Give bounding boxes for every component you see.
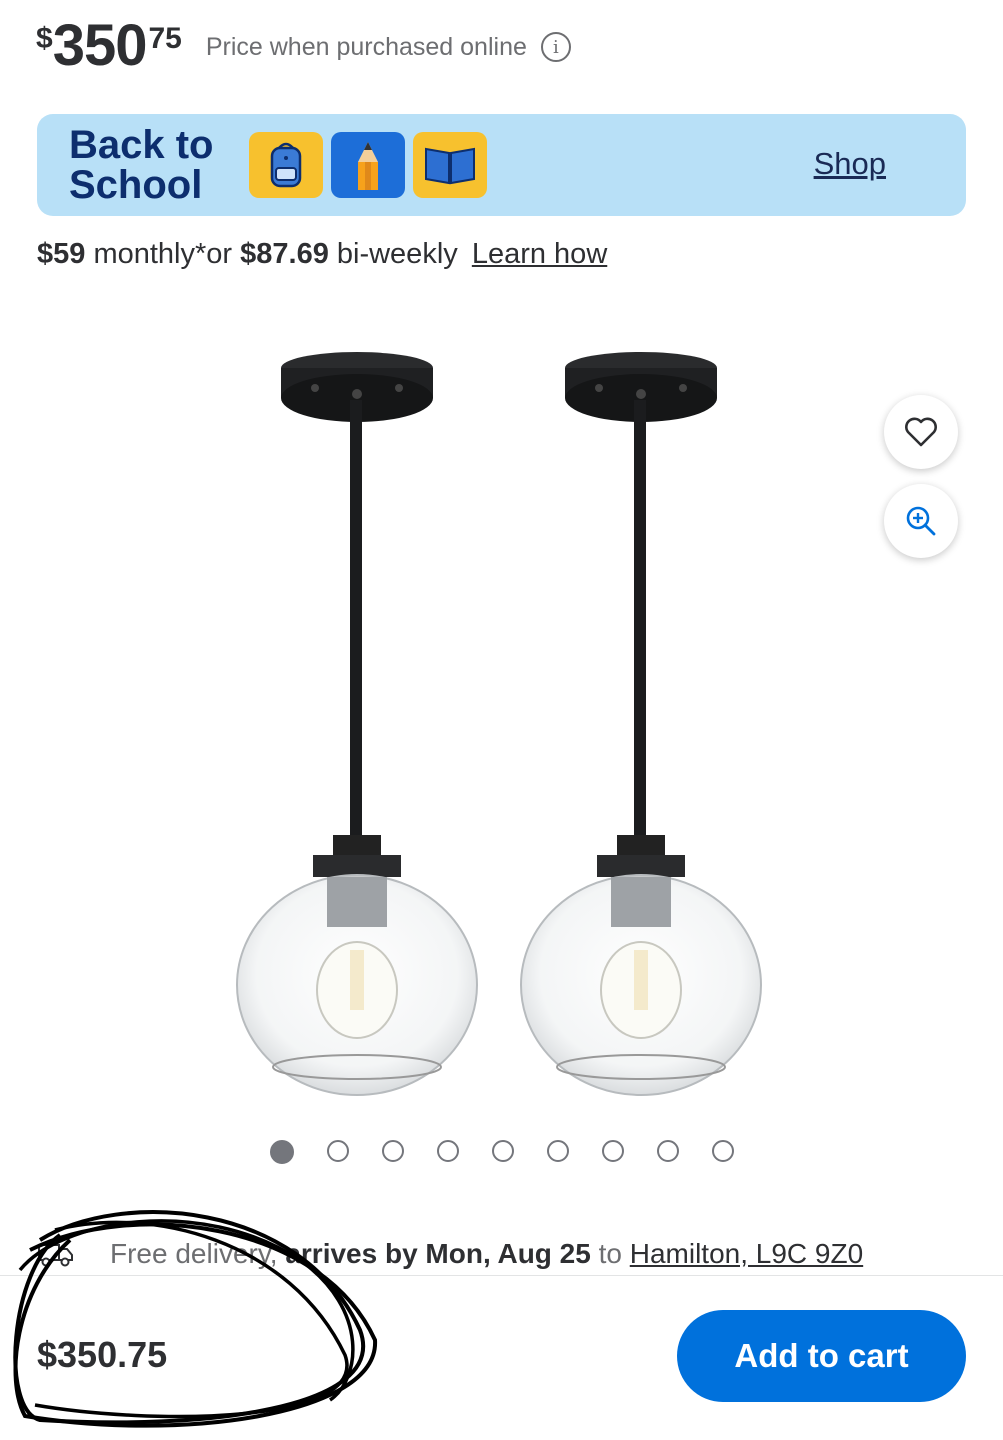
biweekly-amount: $87.69 bbox=[240, 238, 329, 270]
scribble-annotation bbox=[13, 1210, 378, 1428]
banner-title-line2: School bbox=[69, 163, 203, 207]
financing-info: $59 monthly*or $87.69 bi-weekly Learn ho… bbox=[37, 238, 607, 271]
footer-price: $350.75 bbox=[37, 1334, 168, 1375]
back-to-school-banner[interactable]: Back to School Shop bbox=[37, 114, 966, 216]
delivery-location-link[interactable]: Hamilton, L9C 9Z0 bbox=[630, 1238, 863, 1269]
zoom-in-icon bbox=[906, 506, 936, 536]
info-icon[interactable]: i bbox=[540, 32, 571, 62]
delivery-text: Free delivery, arrives by Mon, Aug 25 to… bbox=[110, 1238, 863, 1270]
zoom-button[interactable] bbox=[884, 484, 958, 558]
learn-how-link[interactable]: Learn how bbox=[472, 238, 607, 270]
banner-title-line1: Back to bbox=[69, 123, 214, 167]
delivery-to: to bbox=[590, 1237, 630, 1269]
book-icon bbox=[413, 132, 487, 198]
price-cents: 75 bbox=[148, 22, 182, 55]
carousel-dot[interactable] bbox=[382, 1140, 404, 1162]
carousel-dot[interactable] bbox=[547, 1140, 569, 1162]
monthly-text: monthly*or bbox=[85, 238, 241, 270]
carousel-dot[interactable] bbox=[270, 1140, 294, 1164]
carousel-dot[interactable] bbox=[437, 1140, 459, 1162]
favorite-button[interactable] bbox=[884, 395, 958, 469]
delivery-date: arrives by Mon, Aug 25 bbox=[285, 1237, 591, 1269]
price-note: Price when purchased online i bbox=[206, 32, 571, 62]
monthly-amount: $59 bbox=[37, 238, 86, 270]
delivery-bar: Free delivery, arrives by Mon, Aug 25 to… bbox=[0, 1232, 1003, 1276]
pendant-lamp-left bbox=[236, 352, 478, 1096]
carousel-dot[interactable] bbox=[657, 1140, 679, 1162]
carousel-dot[interactable] bbox=[492, 1140, 514, 1162]
heart-icon bbox=[905, 417, 937, 447]
price-note-text: Price when purchased online bbox=[205, 32, 527, 61]
biweekly-text: bi-weekly bbox=[328, 238, 466, 270]
carousel-dots bbox=[270, 1140, 734, 1164]
banner-icons bbox=[249, 132, 487, 198]
carousel-dot[interactable] bbox=[602, 1140, 624, 1162]
pendant-lamp-right bbox=[520, 352, 762, 1096]
banner-title: Back to School bbox=[69, 125, 229, 205]
price-currency: $ bbox=[36, 22, 53, 55]
add-to-cart-button[interactable]: Add to cart bbox=[677, 1310, 966, 1402]
carousel-dot[interactable] bbox=[327, 1140, 349, 1162]
backpack-icon bbox=[249, 132, 323, 198]
pencil-icon bbox=[331, 132, 405, 198]
delivery-prefix: Free delivery, bbox=[110, 1237, 286, 1269]
price-dollars: 350 bbox=[52, 13, 148, 78]
truck-icon bbox=[38, 1243, 73, 1266]
carousel-dot[interactable] bbox=[712, 1140, 734, 1162]
banner-shop-link[interactable]: Shop bbox=[814, 146, 886, 182]
product-image[interactable] bbox=[220, 310, 800, 1100]
price-display: $ 350 75 Price when purchased online i bbox=[36, 14, 571, 78]
